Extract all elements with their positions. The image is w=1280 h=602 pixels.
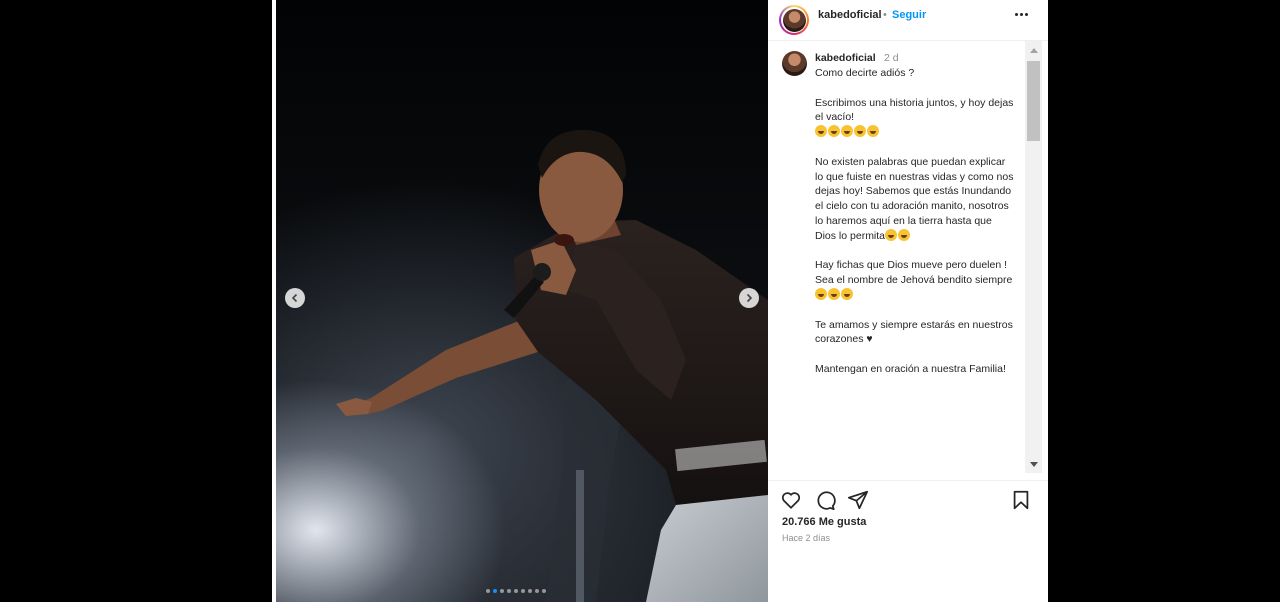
crying-face-emoji (885, 228, 898, 241)
caption-paragraph: Hay fichas que Dios mueve pero duelen ! … (815, 259, 1013, 287)
save-button[interactable] (1010, 489, 1032, 511)
carousel-dot (521, 589, 525, 593)
scroll-down-button[interactable] (1025, 456, 1042, 473)
more-options-icon (1014, 12, 1018, 16)
avatar[interactable] (779, 5, 809, 35)
scroll-thumb[interactable] (1027, 61, 1040, 141)
post-header: kabedoficial • Seguir (768, 0, 1048, 41)
previous-photo-button[interactable] (285, 288, 305, 308)
chevron-left-icon (291, 293, 298, 303)
chevron-right-icon (746, 293, 753, 303)
scroll-up-arrow-icon (1029, 47, 1038, 53)
caption-paragraph: Como decirte adiós ? (815, 67, 915, 79)
like-count[interactable]: 20.766 Me gusta (782, 516, 866, 528)
post-date[interactable]: Hace 2 días (782, 533, 830, 543)
caption-paragraph-with-emoji: No existen palabras que puedan explicar … (815, 155, 1015, 244)
like-button[interactable] (780, 489, 802, 511)
caption-text: Como decirte adiós ? Escribimos una hist… (815, 66, 1015, 392)
comment-icon (817, 491, 836, 511)
crying-face-emoji (841, 287, 853, 300)
scroll-up-button[interactable] (1025, 41, 1042, 58)
crying-face-emoji (828, 125, 840, 138)
scroll-down-arrow-icon (1029, 461, 1038, 467)
crying-face-emoji (867, 125, 879, 138)
carousel-dot (528, 589, 532, 593)
action-bar (768, 480, 1048, 521)
post-sidebar: kabedoficial • Seguir kabedoficial 2 d C… (768, 0, 1048, 602)
heart-icon (781, 492, 801, 509)
crying-face-emoji (898, 228, 911, 241)
share-button[interactable] (847, 489, 869, 511)
carousel-dot (493, 589, 497, 593)
post-media[interactable] (276, 0, 768, 602)
caption-paragraph: No existen palabras que puedan explicar … (815, 155, 1014, 242)
caption-paragraph-with-emoji: Escribimos una historia juntos, y hoy de… (815, 96, 1015, 140)
concert-photo (336, 129, 768, 602)
avatar-image (782, 8, 806, 32)
carousel-dot (500, 589, 504, 593)
carousel-dot (486, 589, 490, 593)
crying-face-emoji (815, 287, 827, 300)
crying-face-emoji (841, 125, 853, 138)
next-photo-button[interactable] (739, 288, 759, 308)
header-separator: • (883, 9, 887, 21)
crying-face-emoji (854, 125, 866, 138)
carousel-dot (542, 589, 546, 593)
caption-area[interactable]: kabedoficial 2 d Como decirte adiós ? Es… (768, 41, 1023, 473)
comment-button[interactable] (814, 489, 836, 511)
carousel-dot (535, 589, 539, 593)
carousel-indicator (486, 589, 546, 593)
caption-timestamp[interactable]: 2 d (884, 52, 899, 64)
carousel-dot (514, 589, 518, 593)
caption-paragraph-with-emoji: Hay fichas que Dios mueve pero duelen ! … (815, 258, 1015, 302)
carousel-dot (507, 589, 511, 593)
crying-face-emoji (815, 125, 827, 138)
caption-paragraph: Mantengan en oración a nuestra Familia! (815, 362, 1006, 375)
caption-paragraph: Escribimos una historia juntos, y hoy de… (815, 96, 1014, 124)
paper-plane-icon (847, 490, 869, 510)
caption-avatar[interactable] (782, 51, 807, 76)
caption-username[interactable]: kabedoficial (815, 52, 876, 64)
follow-button[interactable]: Seguir (892, 9, 926, 21)
more-options-button[interactable] (1011, 7, 1031, 21)
caption-scrollbar[interactable] (1025, 41, 1042, 473)
caption-paragraph: Te amamos y siempre estarás en nuestros … (815, 318, 1013, 346)
bookmark-icon (1013, 490, 1029, 510)
crying-face-emoji (828, 287, 840, 300)
header-username[interactable]: kabedoficial (818, 9, 882, 21)
